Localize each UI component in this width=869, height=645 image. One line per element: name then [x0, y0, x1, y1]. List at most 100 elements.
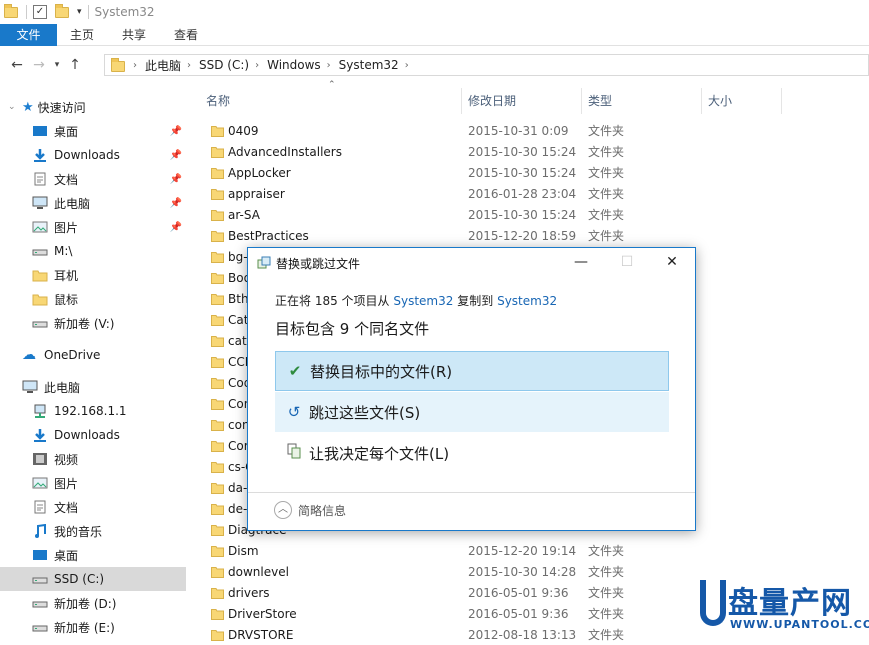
- sidebar-item[interactable]: 192.168.1.1: [0, 399, 186, 423]
- sidebar-item[interactable]: 桌面: [0, 543, 186, 567]
- folder-icon: [32, 268, 48, 282]
- sidebar-item[interactable]: 新加卷 (E:): [0, 615, 186, 639]
- sidebar-item[interactable]: Downloads 📌: [0, 143, 186, 167]
- folder-icon: [211, 524, 224, 539]
- replace-files-option[interactable]: ✔ 替换目标中的文件(R): [275, 351, 669, 391]
- address-bar[interactable]: › 此电脑 › SSD (C:) › Windows › System32 ›: [104, 54, 869, 76]
- sidebar-item[interactable]: 新加卷 (V:): [0, 311, 186, 335]
- file-type: 文件夹: [588, 145, 625, 159]
- sidebar-item[interactable]: 耳机: [0, 263, 186, 287]
- file-row[interactable]: BestPractices 2015-12-20 18:59 文件夹: [200, 225, 869, 246]
- pin-icon[interactable]: 📌: [170, 174, 182, 185]
- file-name: AppLocker: [228, 165, 291, 180]
- option-label: 让我决定每个文件(L): [309, 444, 450, 463]
- minimize-button[interactable]: —: [558, 248, 604, 278]
- chevron-right-icon[interactable]: ›: [255, 60, 259, 71]
- chevron-right-icon[interactable]: ›: [327, 60, 331, 71]
- sidebar-item-label: 此电脑: [54, 196, 91, 211]
- copy-info: 正在将 185 个项目从 System32 复制到 System32: [275, 292, 557, 309]
- sidebar-item[interactable]: Downloads: [0, 423, 186, 447]
- nav-label: 此电脑: [44, 380, 81, 395]
- breadcrumb-windows[interactable]: Windows: [267, 58, 321, 72]
- sidebar-item[interactable]: 图片 📌: [0, 215, 186, 239]
- file-name: AdvancedInstallers: [228, 144, 342, 159]
- column-header-size[interactable]: 大小: [702, 88, 782, 114]
- document-icon: [32, 500, 48, 514]
- window-title: System32: [94, 5, 155, 19]
- file-date: 2016-05-01 9:36: [468, 606, 569, 621]
- chevron-right-icon[interactable]: ›: [405, 60, 409, 71]
- pin-icon[interactable]: 📌: [170, 198, 182, 209]
- sidebar-item[interactable]: 桌面 📌: [0, 119, 186, 143]
- file-name: ar-SA: [228, 207, 260, 222]
- up-arrow-icon[interactable]: ↑: [64, 57, 86, 73]
- logo-u-mark: [700, 580, 726, 626]
- sidebar-item[interactable]: 此电脑 📌: [0, 191, 186, 215]
- sidebar-item-label: 新加卷 (E:): [54, 620, 115, 635]
- nav-quick-access[interactable]: ⌄ ★ 快速访问: [0, 95, 186, 119]
- column-header-date[interactable]: 修改日期: [462, 88, 582, 114]
- file-name: 0409: [228, 123, 259, 138]
- nav-this-pc[interactable]: 此电脑: [0, 375, 186, 399]
- back-arrow-icon[interactable]: ←: [6, 57, 28, 73]
- column-header-type[interactable]: 类型: [582, 88, 702, 114]
- skip-files-option[interactable]: ↺ 跳过这些文件(S): [275, 392, 669, 432]
- recent-locations-icon[interactable]: ▾: [50, 60, 64, 70]
- file-date: 2015-10-30 15:24: [468, 165, 577, 180]
- folder-icon: [211, 125, 224, 140]
- file-name: BestPractices: [228, 228, 309, 243]
- tab-home[interactable]: 主页: [57, 24, 108, 46]
- folder-icon: [211, 146, 224, 161]
- tab-file[interactable]: 文件: [0, 24, 57, 46]
- fewer-details-toggle[interactable]: ︿ 简略信息: [274, 501, 346, 519]
- customize-quick-access-icon[interactable]: ▾: [77, 7, 82, 17]
- breadcrumb-ssd-c[interactable]: SSD (C:): [199, 58, 249, 72]
- sidebar-item[interactable]: 文档: [0, 495, 186, 519]
- nav-onedrive[interactable]: ☁ OneDrive: [0, 343, 186, 367]
- properties-icon[interactable]: ✓: [33, 5, 47, 19]
- sidebar-item[interactable]: 鼠标: [0, 287, 186, 311]
- folder-icon: [211, 335, 224, 350]
- file-name: Cat: [228, 312, 249, 327]
- chevron-down-icon[interactable]: ⌄: [8, 102, 22, 112]
- sidebar-item[interactable]: 文档 📌: [0, 167, 186, 191]
- breadcrumb-system32[interactable]: System32: [339, 58, 399, 72]
- file-row[interactable]: AdvancedInstallers 2015-10-30 15:24 文件夹: [200, 141, 869, 162]
- folder-icon: [211, 167, 224, 182]
- file-name: Dism: [228, 543, 259, 558]
- pin-icon[interactable]: 📌: [170, 126, 182, 137]
- destination-link[interactable]: System32: [497, 294, 557, 308]
- tab-share[interactable]: 共享: [108, 24, 160, 46]
- pin-icon[interactable]: 📌: [170, 150, 182, 161]
- file-name: de-: [228, 501, 248, 516]
- file-row[interactable]: Dism 2015-12-20 19:14 文件夹: [200, 540, 869, 561]
- sidebar-item-label: 新加卷 (V:): [54, 316, 115, 331]
- file-row[interactable]: appraiser 2016-01-28 23:04 文件夹: [200, 183, 869, 204]
- sidebar-item[interactable]: 视频: [0, 447, 186, 471]
- sidebar-item[interactable]: 新加卷 (D:): [0, 591, 186, 615]
- tab-view[interactable]: 查看: [160, 24, 212, 46]
- sidebar-item[interactable]: SSD (C:): [0, 567, 186, 591]
- file-row[interactable]: AppLocker 2015-10-30 15:24 文件夹: [200, 162, 869, 183]
- sidebar-item[interactable]: M:\: [0, 239, 186, 263]
- maximize-button[interactable]: ☐: [604, 248, 650, 278]
- breadcrumb-this-pc[interactable]: 此电脑: [145, 57, 181, 74]
- file-row[interactable]: ar-SA 2015-10-30 15:24 文件夹: [200, 204, 869, 225]
- chevron-right-icon[interactable]: ›: [187, 60, 191, 71]
- close-button[interactable]: ✕: [649, 248, 695, 278]
- option-label: 替换目标中的文件(R): [310, 362, 453, 381]
- sidebar-item-label: 图片: [54, 220, 79, 235]
- chevron-right-icon[interactable]: ›: [133, 60, 137, 71]
- file-row[interactable]: 0409 2015-10-31 0:09 文件夹: [200, 120, 869, 141]
- forward-arrow-icon[interactable]: →: [28, 57, 50, 73]
- nav-label: 快速访问: [37, 100, 86, 115]
- sidebar-item[interactable]: 我的音乐: [0, 519, 186, 543]
- file-type: 文件夹: [588, 208, 625, 222]
- drive-icon: [32, 316, 48, 330]
- pin-icon[interactable]: 📌: [170, 222, 182, 233]
- new-folder-icon[interactable]: [55, 3, 69, 21]
- column-header-name[interactable]: 名称: [200, 88, 462, 114]
- source-link[interactable]: System32: [393, 294, 453, 308]
- sidebar-item[interactable]: 图片: [0, 471, 186, 495]
- decide-each-file-option[interactable]: 让我决定每个文件(L): [275, 433, 669, 473]
